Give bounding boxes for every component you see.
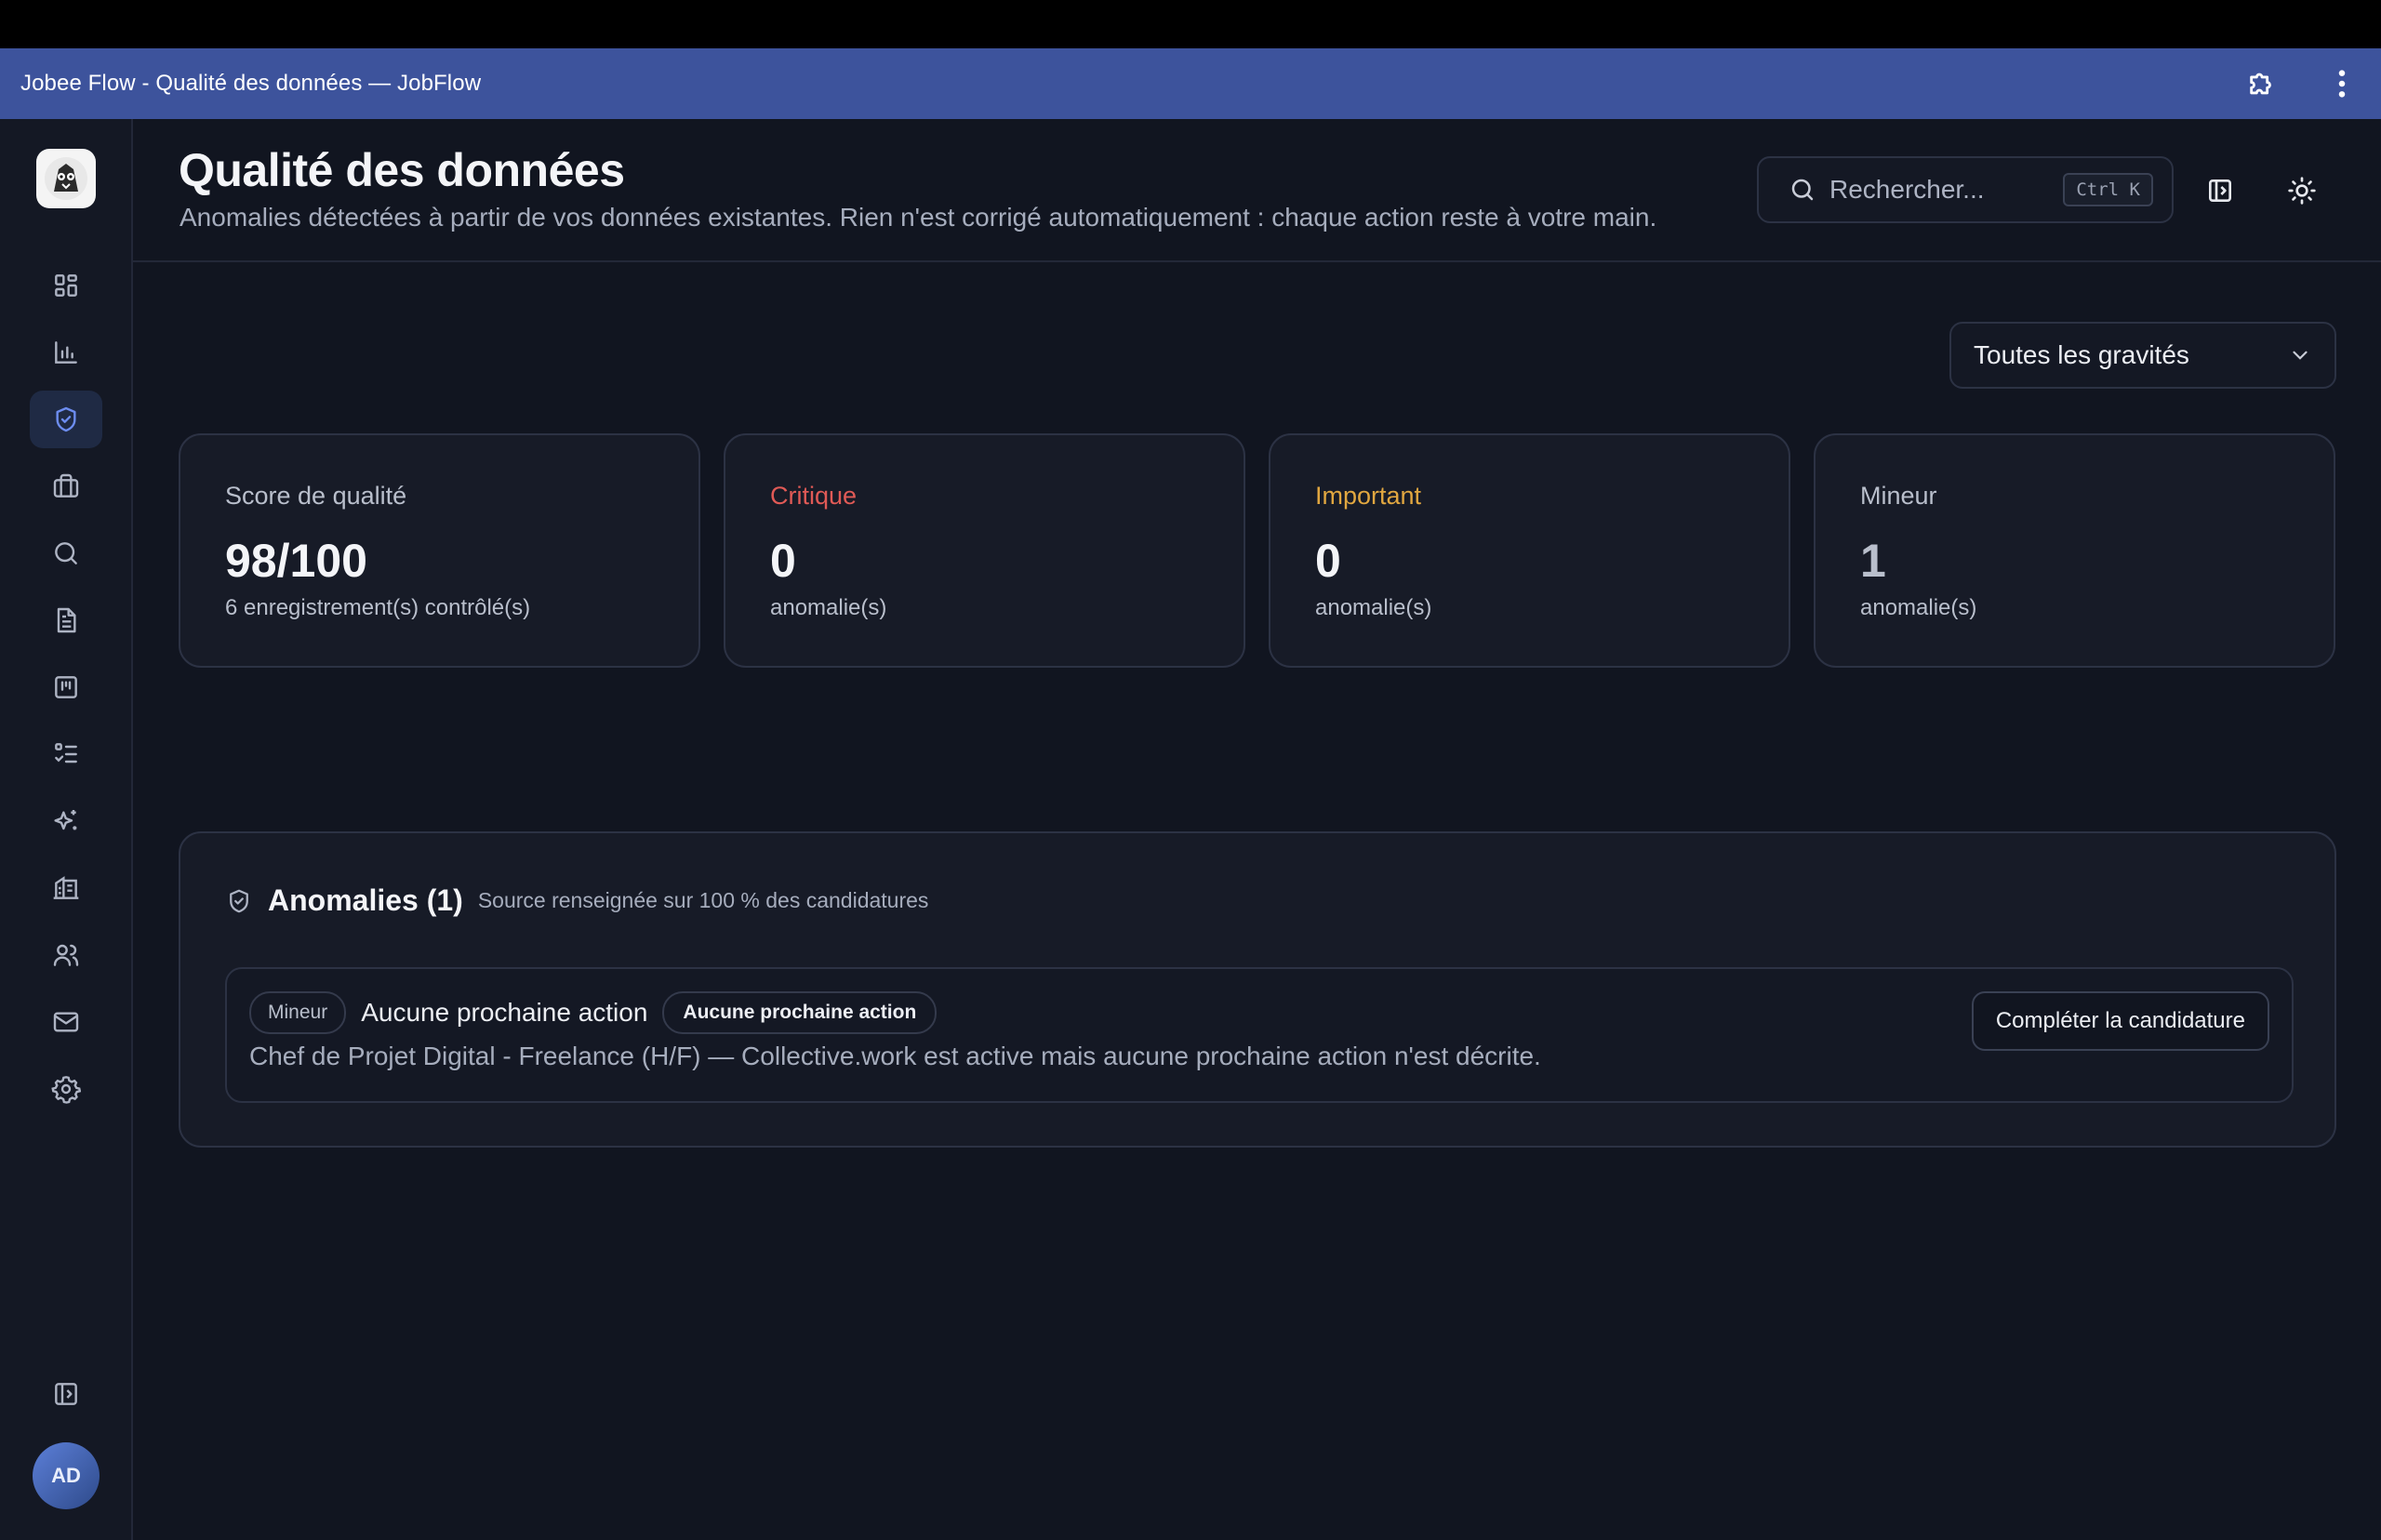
stat-card-critical: Critique 0 anomalie(s) — [724, 433, 1245, 668]
severity-filter-select[interactable]: Toutes les gravités — [1949, 322, 2336, 389]
stat-card-minor: Mineur 1 anomalie(s) — [1814, 433, 2335, 668]
stat-value: 0 — [1315, 535, 1341, 587]
sidebar-item-kanban[interactable] — [30, 658, 102, 716]
sidebar-item-analytics[interactable] — [30, 324, 102, 381]
stat-subtext: anomalie(s) — [1860, 595, 1977, 620]
toggle-panel-button[interactable] — [2197, 167, 2243, 214]
search-placeholder: Rechercher... — [1829, 175, 1985, 204]
search-input[interactable]: Rechercher... Ctrl K — [1757, 156, 2174, 223]
stat-subtext: anomalie(s) — [1315, 595, 1432, 620]
page-title: Qualité des données — [179, 144, 625, 196]
search-icon — [55, 542, 77, 564]
stat-subtext: anomalie(s) — [770, 595, 887, 620]
anomaly-item: Mineur Aucune prochaine action Aucune pr… — [225, 967, 2294, 1103]
sidebar-item-search[interactable] — [30, 524, 102, 582]
users-icon — [53, 944, 79, 966]
chevron-down-icon — [2288, 343, 2312, 367]
severity-filter-value: Toutes les gravités — [1974, 340, 2189, 369]
sidebar-item-tasks[interactable] — [30, 725, 102, 783]
page-subtitle: Anomalies détectées à partir de vos donn… — [180, 203, 1657, 232]
dashboard-grid-icon — [55, 274, 77, 297]
window-titlebar: Jobee Flow - Qualité des données — JobFl… — [0, 48, 2381, 119]
sidebar-item-data-quality[interactable] — [30, 391, 102, 448]
anomaly-type-tag: Aucune prochaine action — [662, 991, 938, 1034]
panel-toggle-icon — [2209, 179, 2231, 202]
complete-application-button[interactable]: Compléter la candidature — [1971, 991, 2269, 1051]
app-shell: AD Qualité des données Anomalies détecté… — [0, 119, 2381, 1540]
stat-label: Important — [1315, 482, 1422, 510]
page-header: Qualité des données Anomalies détectées … — [133, 119, 2381, 262]
sun-icon — [2288, 177, 2316, 205]
stat-card-important: Important 0 anomalie(s) — [1269, 433, 1790, 668]
sidebar-item-jobs[interactable] — [30, 458, 102, 515]
search-icon — [1791, 179, 1814, 201]
stat-label: Mineur — [1860, 482, 1937, 510]
sidebar-item-mail[interactable] — [30, 993, 102, 1051]
mail-icon — [53, 1012, 79, 1032]
anomaly-description: Chef de Projet Digital - Freelance (H/F)… — [249, 1042, 1541, 1070]
checklist-icon — [55, 743, 77, 763]
extensions-icon[interactable] — [2243, 65, 2281, 102]
shield-check-icon — [56, 406, 76, 432]
search-shortcut-hint: Ctrl K — [2063, 173, 2153, 206]
sidebar-toggle-icon — [55, 1383, 77, 1405]
bar-chart-icon — [55, 341, 77, 364]
sidebar: AD — [0, 119, 133, 1540]
sparkles-icon — [54, 810, 77, 830]
window-title: Jobee Flow - Qualité des données — JobFl… — [20, 71, 482, 96]
theme-toggle-button[interactable] — [2279, 167, 2325, 214]
briefcase-icon — [53, 473, 79, 498]
stat-label: Score de qualité — [225, 482, 407, 510]
severity-badge: Mineur — [249, 991, 347, 1034]
anomalies-title: Anomalies (1) — [268, 883, 463, 917]
main-content: Toutes les gravités Score de qualité 98/… — [133, 264, 2381, 1540]
kanban-board-icon — [55, 676, 77, 698]
sidebar-item-dashboard[interactable] — [30, 257, 102, 314]
sidebar-item-documents[interactable] — [30, 591, 102, 649]
anomalies-panel-header: Anomalies (1) Source renseignée sur 100 … — [225, 883, 928, 918]
stat-value: 1 — [1860, 535, 1886, 587]
sidebar-item-companies[interactable] — [30, 859, 102, 917]
anomalies-panel: Anomalies (1) Source renseignée sur 100 … — [179, 831, 2336, 1148]
sidebar-collapse-button[interactable] — [30, 1365, 102, 1423]
stat-value: 98/100 — [225, 535, 367, 587]
shield-check-icon — [230, 889, 248, 912]
sidebar-item-settings[interactable] — [30, 1060, 102, 1118]
app-logo[interactable] — [36, 149, 96, 208]
anomalies-source-note: Source renseignée sur 100 % des candidat… — [477, 888, 929, 912]
user-avatar[interactable]: AD — [33, 1442, 100, 1509]
anomaly-title: Aucune prochaine action — [361, 998, 648, 1027]
screen-top-strip — [0, 0, 2381, 48]
stat-card-quality-score: Score de qualité 98/100 6 enregistrement… — [179, 433, 700, 668]
more-menu-icon[interactable] — [2323, 65, 2361, 102]
document-icon — [57, 607, 76, 633]
stat-subtext: 6 enregistrement(s) contrôlé(s) — [225, 595, 531, 620]
sidebar-item-ai[interactable] — [30, 792, 102, 850]
stat-value: 0 — [770, 535, 796, 587]
sidebar-item-contacts[interactable] — [30, 926, 102, 984]
gear-icon — [51, 1076, 81, 1104]
building-icon — [53, 876, 79, 899]
stat-label: Critique — [770, 482, 858, 510]
